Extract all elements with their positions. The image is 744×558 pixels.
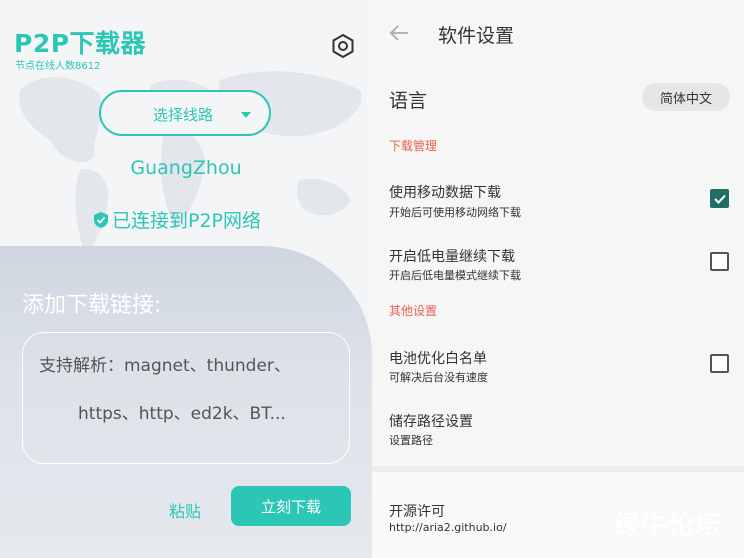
back-arrow-icon[interactable] <box>388 22 410 44</box>
battery-whitelist-checkbox[interactable] <box>710 354 729 373</box>
caret-down-icon <box>241 112 251 118</box>
app-title: P2P下载器 <box>14 29 147 58</box>
link-input[interactable]: 支持解析：magnet、thunder、 https、http、ed2k、BT.… <box>22 332 350 464</box>
connection-status-text: 已连接到P2P网络 <box>112 210 262 232</box>
section-other-settings: 其他设置 <box>389 304 438 318</box>
battery-whitelist-title: 电池优化白名单 <box>389 351 487 367</box>
downloader-screen: P2P下载器 节点在线人数8612 选择线路 GuangZhou 已连接到P2P… <box>0 0 372 558</box>
hexagon-settings-icon <box>332 33 354 59</box>
paste-button[interactable]: 粘贴 <box>169 498 201 522</box>
low-battery-download-checkbox[interactable] <box>710 252 729 271</box>
page-title: 软件设置 <box>438 25 515 47</box>
watermark: 绿牛论坛 <box>614 511 723 541</box>
mobile-data-download-checkbox[interactable] <box>710 189 729 208</box>
link-placeholder-line2: https、http、ed2k、BT... <box>78 404 286 424</box>
download-now-button[interactable]: 立刻下载 <box>231 486 351 526</box>
settings-button[interactable] <box>330 33 356 59</box>
link-placeholder-line1: 支持解析：magnet、thunder、 <box>39 356 291 376</box>
route-select-label: 选择线路 <box>153 106 214 124</box>
connection-status: 已连接到P2P网络 <box>93 206 261 233</box>
section-download-management: 下载管理 <box>389 139 438 153</box>
storage-path-subtitle: 设置路径 <box>389 434 433 447</box>
add-link-title: 添加下载链接: <box>22 293 162 318</box>
shield-check-icon <box>94 211 108 228</box>
open-source-license-title[interactable]: 开源许可 <box>389 501 445 521</box>
current-city: GuangZhou <box>130 157 242 179</box>
mobile-data-download-title: 使用移动数据下载 <box>389 185 501 201</box>
settings-screen: 软件设置 语言 简体中文 下载管理 使用移动数据下载 开始后可使用移动网络下载 … <box>372 0 744 558</box>
checkmark-icon <box>714 194 726 204</box>
nodes-online-count: 节点在线人数8612 <box>15 61 101 72</box>
route-select-button[interactable]: 选择线路 <box>99 90 271 136</box>
license-url[interactable]: http://aria2.github.io/ <box>389 521 507 534</box>
language-label: 语言 <box>389 90 428 112</box>
language-select[interactable]: 简体中文 <box>642 83 730 111</box>
low-battery-download-title: 开启低电量继续下载 <box>389 249 515 265</box>
mobile-data-download-subtitle: 开始后可使用移动网络下载 <box>389 206 521 219</box>
low-battery-download-subtitle: 开启后低电量模式继续下载 <box>389 269 521 282</box>
storage-path-title[interactable]: 储存路径设置 <box>389 411 473 431</box>
battery-whitelist-subtitle: 可解决后台没有速度 <box>389 371 488 384</box>
add-link-panel: 添加下载链接: 支持解析：magnet、thunder、 https、http、… <box>0 246 372 558</box>
